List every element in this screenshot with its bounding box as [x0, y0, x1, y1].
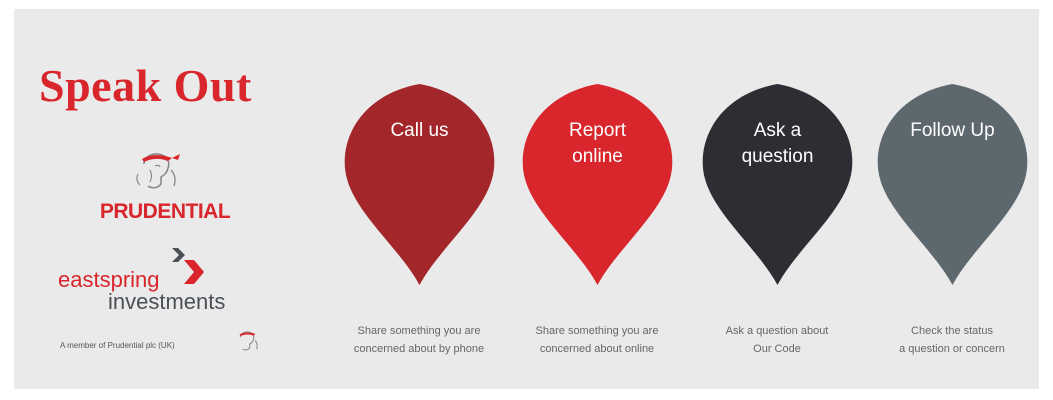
report-online-label: Report online [568, 120, 627, 167]
follow-up-label: Follow Up [910, 120, 995, 141]
prudence-head-icon [136, 153, 180, 189]
prudential-logo: PRUDENTIAL [99, 200, 231, 223]
pin-shape [877, 84, 1028, 285]
pin-shape [344, 84, 495, 285]
map-pin-icon [344, 84, 495, 285]
map-pin-icon [522, 84, 673, 285]
call-us-caption: Share something you are concerned about … [353, 325, 485, 355]
map-pin-icon [702, 84, 853, 285]
call-us-pin[interactable]: Call us [344, 83, 495, 285]
map-pin-icon [877, 84, 1028, 285]
follow-up-pin[interactable]: Follow Up [877, 83, 1028, 285]
chevron-right-icon [172, 248, 204, 284]
report-online-caption: Share something you are concerned about … [535, 325, 659, 355]
pin-shape [702, 84, 853, 285]
ask-a-question-pin[interactable]: Ask a question [702, 83, 853, 285]
report-online-pin[interactable]: Report online [522, 83, 673, 285]
follow-up-caption: Check the status a question or concern [899, 325, 1005, 355]
ask-a-question-label: Ask a question [741, 120, 814, 167]
page-title: Speak Out [39, 60, 252, 111]
member-note: A member of Prudential plc (UK) [60, 341, 175, 350]
ask-a-question-caption: Ask a question about Our Code [725, 325, 829, 355]
call-us-label: Call us [390, 120, 449, 141]
prudence-head-small-icon [239, 331, 258, 351]
investments-logo-text: investments [108, 289, 226, 314]
pin-shape [522, 84, 673, 285]
